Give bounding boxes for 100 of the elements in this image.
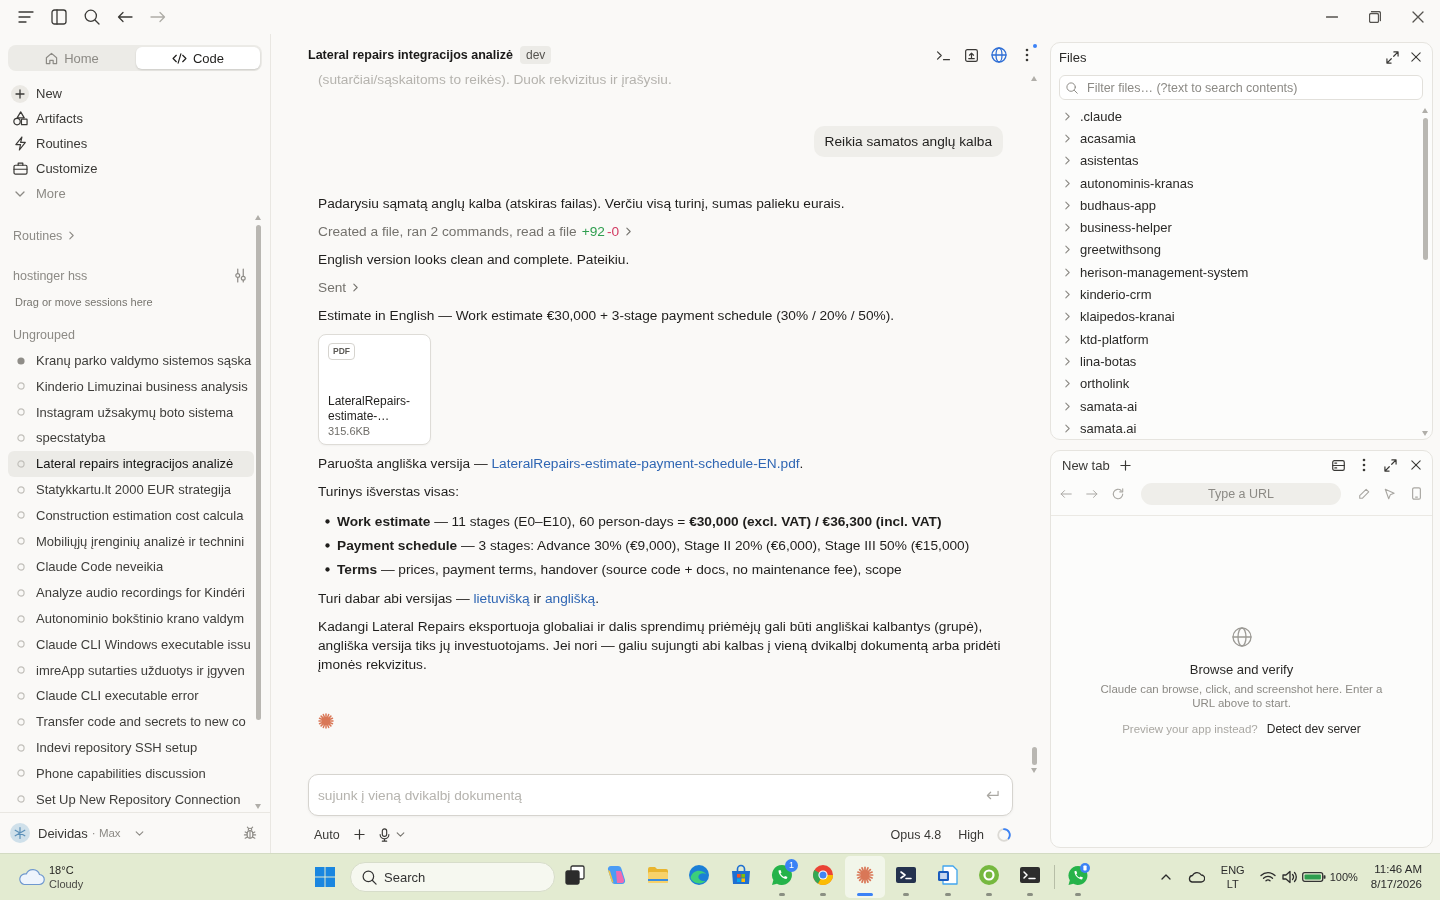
session-item[interactable]: Phone capabilities discussion <box>8 760 254 787</box>
message-text: Turi dabar abi versijas — lietuvišką ir anglišką. <box>318 590 600 608</box>
session-item[interactable]: Mobiliųjų įrenginių analizė ir technini <box>8 528 254 555</box>
taskbar-search[interactable]: Search <box>350 862 555 892</box>
session-item[interactable]: Construction estimation cost calcula <box>8 502 254 529</box>
nav-item[interactable]: Customize <box>8 156 262 181</box>
folder-item[interactable]: ortholink <box>1051 372 1421 395</box>
layout-icon[interactable] <box>1331 459 1345 471</box>
avatar-icon[interactable] <box>10 823 30 843</box>
more-icon[interactable] <box>1025 48 1029 62</box>
folder-item[interactable]: business-helper <box>1051 216 1421 239</box>
folder-item[interactable]: samata.ai <box>1051 417 1421 439</box>
taskbar-button[interactable]: 1 <box>761 856 802 898</box>
session-item[interactable]: Kinderio Limuzinai business analysis <box>8 373 254 400</box>
bug-icon[interactable] <box>243 826 257 840</box>
plus-icon[interactable] <box>1119 459 1131 471</box>
url-field[interactable]: Type a URL <box>1141 482 1341 505</box>
folder-item[interactable]: acasamia <box>1051 127 1421 150</box>
plus-icon[interactable] <box>353 829 365 840</box>
folder-item[interactable]: kinderio-crm <box>1051 283 1421 306</box>
folder-item[interactable]: herison-management-system <box>1051 261 1421 284</box>
link[interactable]: LateralRepairs-estimate-payment-schedule-EN.pdf <box>491 456 800 471</box>
chevron-down-icon[interactable] <box>395 832 405 837</box>
folder-item[interactable]: greetwithsong <box>1051 238 1421 262</box>
user-message: Reikia samatos anglų kalba <box>813 126 1003 157</box>
folder-item[interactable]: ktd-platform <box>1051 327 1421 351</box>
speaker-icon[interactable] <box>1281 870 1298 884</box>
close-icon[interactable] <box>1411 460 1421 470</box>
session-item[interactable]: Autonominio bokštinio krano valdym <box>8 605 254 632</box>
effort-selector[interactable]: High <box>958 827 984 842</box>
session-item[interactable]: imreApp sutarties užduotys ir įgyven <box>8 657 254 683</box>
file-card[interactable]: PDF LateralRepairs-estimate-… 315.6KB <box>318 334 431 445</box>
session-item[interactable]: Indevi repository SSH setup <box>8 734 254 761</box>
expand-icon[interactable] <box>1385 50 1399 64</box>
list-item-text: Work estimate — 11 stages (E0–E10), 60 person-days = €30,000 (excl. VAT) / €36,300 (incl. VAT) <box>337 513 942 531</box>
session-item[interactable]: Claude CLI executable error <box>8 683 254 709</box>
folder-item[interactable]: lina-botas <box>1051 350 1421 373</box>
terminal-icon[interactable] <box>935 49 951 61</box>
folder-item[interactable]: asistentas <box>1051 149 1421 172</box>
filter-field[interactable]: Filter files… (?text to search contents) <box>1059 75 1423 100</box>
session-item[interactable]: Analyze audio recordings for Kindéri <box>8 579 254 606</box>
session-item[interactable]: Claude Code neveikia <box>8 554 254 580</box>
message-input[interactable]: sujunk į vieną dvikalbį dokumentą <box>308 774 1013 816</box>
restore-icon[interactable] <box>1369 11 1381 23</box>
session-item[interactable]: Lateral repairs integracijos analizė <box>8 450 254 477</box>
session-item[interactable]: Instagram užsakymų boto sistema <box>8 399 254 426</box>
session-item[interactable]: Set Up New Repository Connection <box>8 786 254 812</box>
cloud-icon[interactable] <box>1186 871 1205 883</box>
folder-item[interactable]: samata-ai <box>1051 394 1421 418</box>
wifi-icon[interactable] <box>1259 871 1276 883</box>
close-icon[interactable] <box>1412 11 1424 23</box>
session-item[interactable]: Statykkartu.lt 2000 EUR strategija <box>8 476 254 503</box>
search-icon[interactable] <box>84 9 100 25</box>
nav-item[interactable]: Routines <box>8 131 262 156</box>
folder-item[interactable]: .claude <box>1051 105 1421 128</box>
sidebar-toggle-icon[interactable] <box>51 9 67 25</box>
session-item[interactable]: Kranų parko valdymo sistemos sąska <box>8 347 254 374</box>
mode-tab[interactable]: Code <box>136 47 260 69</box>
browser-tab[interactable]: New tab <box>1062 457 1110 473</box>
wave-logo-icon <box>687 863 712 887</box>
chat-bubble-icon <box>1066 863 1091 887</box>
folder-item[interactable]: autonominis-kranas <box>1051 171 1421 195</box>
branch-tag: dev <box>519 46 552 64</box>
empty-text: Claude can browse, click, and screenshot here. Enter a URL above to start. <box>1099 683 1384 710</box>
model-selector[interactable]: Opus 4.8 <box>890 827 942 842</box>
session-item[interactable]: Claude CLI Windows executable issu <box>8 631 254 658</box>
search-icon <box>362 869 377 885</box>
link[interactable]: lietuvišką <box>473 591 530 606</box>
nav-item[interactable]: Artifacts <box>8 106 262 131</box>
session-item[interactable]: specstatyba <box>8 425 254 451</box>
detect-dev-server-button[interactable]: Detect dev server <box>1266 722 1361 736</box>
message-text: Turinys išverstas visas: <box>318 483 460 501</box>
asterisk-icon <box>318 713 334 729</box>
weather-widget[interactable]: 18°C Cloudy <box>17 863 84 891</box>
mode-selector[interactable]: Auto <box>314 827 340 842</box>
menu-icon[interactable] <box>18 11 34 23</box>
code-icon <box>171 52 187 64</box>
folder-item[interactable]: klaipedos-kranai <box>1051 305 1421 328</box>
activity-summary[interactable]: Sent <box>318 278 359 297</box>
session-item[interactable]: Transfer code and secrets to new co <box>8 708 254 735</box>
microphone-icon[interactable] <box>378 827 390 842</box>
list-item-text: Payment schedule — 3 stages: Advance 30% (€9,000), Stage II 20% (€6,000), Stage III 50% (€15,000) <box>337 537 970 555</box>
chevron-up-icon[interactable] <box>1160 874 1171 880</box>
account-menu[interactable]: Deividas · Max <box>38 825 144 841</box>
globe-icon[interactable] <box>991 47 1007 63</box>
folder-item[interactable]: budhaus-app <box>1051 194 1421 217</box>
activity-summary[interactable]: Created a file, ran 2 commands, read a file +92-0 <box>318 222 632 241</box>
upload-panel-icon[interactable] <box>964 48 978 62</box>
globe-icon <box>1231 627 1252 647</box>
battery-icon[interactable] <box>1301 871 1326 883</box>
expand-icon[interactable] <box>1383 458 1397 472</box>
clock[interactable]: 11:46 AM 8/17/2026 <box>1370 862 1422 892</box>
bullet-icon <box>325 543 330 548</box>
close-icon[interactable] <box>1411 52 1421 62</box>
more-icon[interactable] <box>1362 458 1366 472</box>
language-indicator[interactable]: ENG LT <box>1220 863 1245 891</box>
sliders-icon[interactable] <box>235 268 246 284</box>
back-arrow-icon[interactable] <box>117 11 133 23</box>
group-name: hostinger hss <box>13 268 88 283</box>
nav-item[interactable]: New <box>8 81 262 106</box>
